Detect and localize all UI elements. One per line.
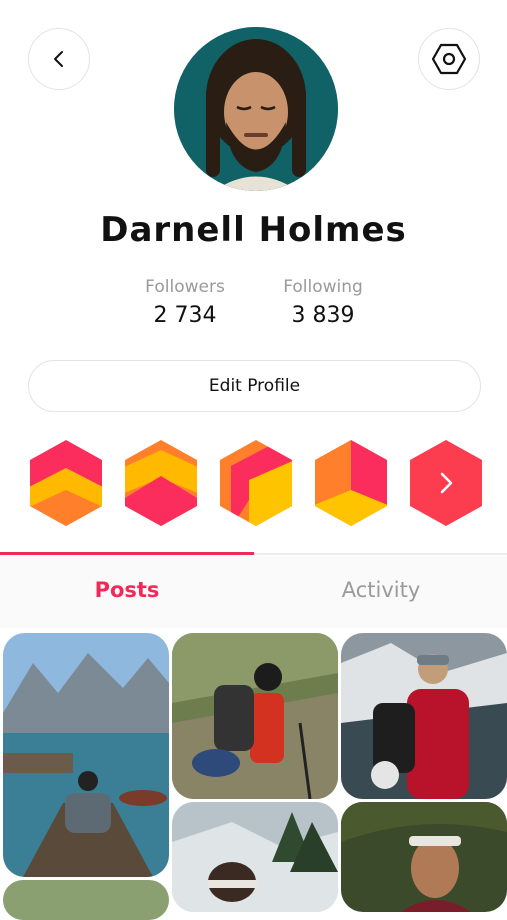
chevron-left-icon <box>54 51 63 67</box>
post-photo-hiker-red[interactable] <box>172 633 338 799</box>
post-photo-partial[interactable] <box>3 880 169 920</box>
edit-profile-button[interactable]: Edit Profile <box>28 360 481 412</box>
post-photo-hiker-snow[interactable] <box>341 633 507 799</box>
followers-stat[interactable]: Followers 2 734 <box>115 277 255 328</box>
following-label: Following <box>283 277 363 297</box>
post-photo-lake[interactable] <box>3 633 169 877</box>
hexagon-gear-icon <box>432 43 466 75</box>
post-photo-forest[interactable] <box>172 802 338 912</box>
badge-1[interactable] <box>27 438 105 528</box>
active-tab-indicator <box>0 552 254 555</box>
badge-4[interactable] <box>312 438 390 528</box>
back-button[interactable] <box>28 28 90 90</box>
badge-more-button[interactable] <box>407 438 485 528</box>
followers-label: Followers <box>145 277 225 297</box>
tab-posts[interactable]: Posts <box>0 578 254 602</box>
tab-activity[interactable]: Activity <box>254 578 507 602</box>
avatar <box>174 27 338 191</box>
post-photo-portrait[interactable] <box>341 802 507 912</box>
followers-count: 2 734 <box>153 303 217 328</box>
following-stat[interactable]: Following 3 839 <box>253 277 393 328</box>
settings-button[interactable] <box>418 28 480 90</box>
following-count: 3 839 <box>291 303 355 328</box>
profile-name: Darnell Holmes <box>100 210 407 250</box>
badge-2[interactable] <box>122 438 200 528</box>
badge-3[interactable] <box>217 438 295 528</box>
